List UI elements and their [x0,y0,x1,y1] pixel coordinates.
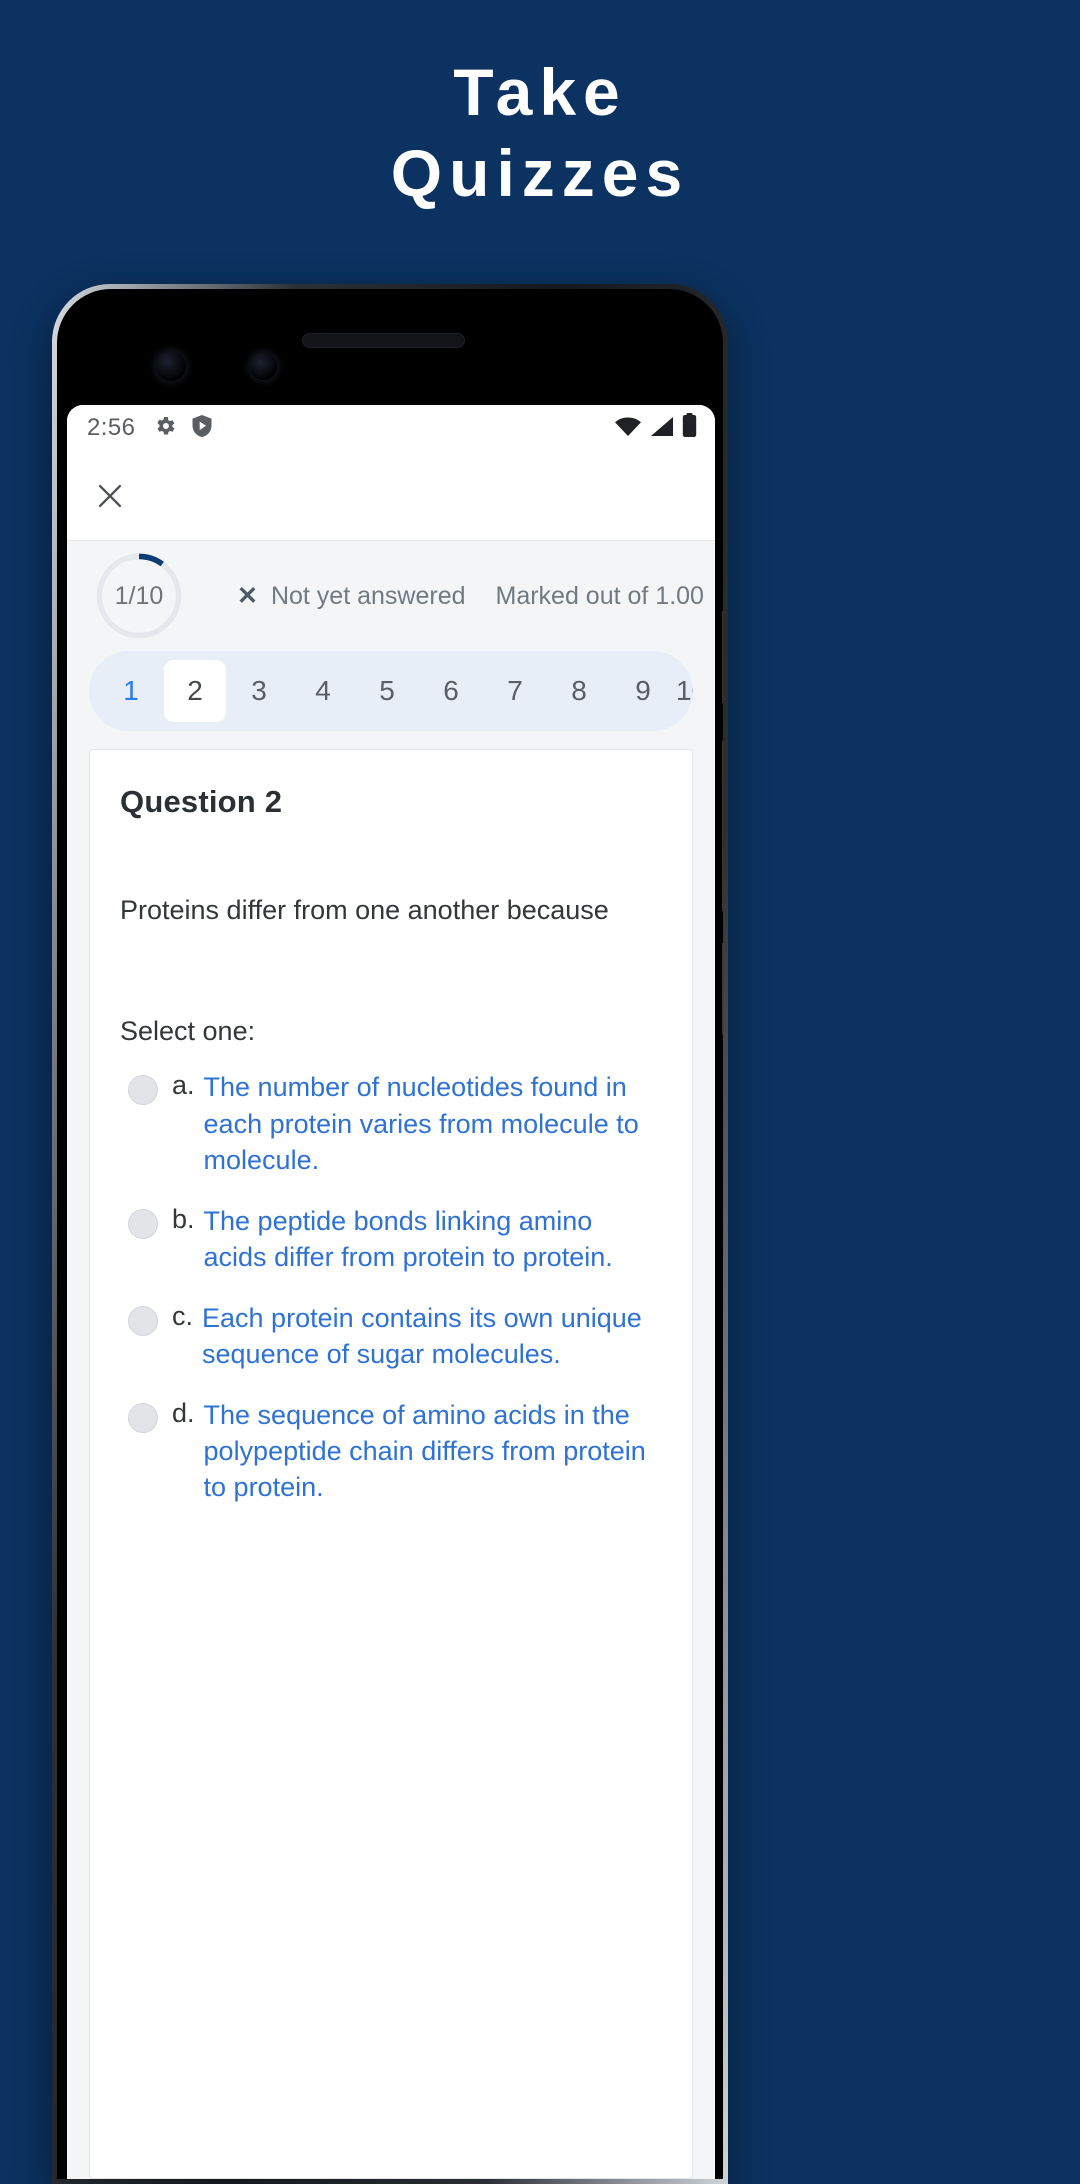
question-card: Question 2 Proteins differ from one anot… [89,749,693,2179]
radio-button-a[interactable] [128,1075,158,1106]
question-nav-item-8[interactable]: 8 [548,660,610,722]
question-nav-item-6[interactable]: 6 [420,660,482,722]
front-camera-icon [156,351,186,381]
radio-button-c[interactable] [128,1305,158,1336]
not-answered-label: Not yet answered [270,581,466,610]
answer-option-d[interactable]: d. The sequence of amino acids in the po… [120,1397,662,1506]
answer-option-a[interactable]: a. The number of nucleotides found in ea… [120,1069,662,1178]
option-letter-a: a. [172,1070,195,1101]
status-bar: 2:56 [67,405,715,451]
question-nav-wrapper: 1 2 3 4 5 6 7 8 9 10 [67,651,715,749]
question-nav-item-2[interactable]: 2 [164,660,226,722]
question-nav-item-10[interactable]: 10 [676,660,693,722]
phone-bezel: 2:56 1/10 ✕ Not yet answered Marked out … [57,289,723,2179]
question-status-bar: 1/10 ✕ Not yet answered Marked out of 1.… [67,541,715,651]
marked-out-of-label: Marked out of 1.00 [495,581,704,610]
question-nav-item-9[interactable]: 9 [612,660,674,722]
wifi-icon [614,416,642,443]
radio-button-d[interactable] [128,1402,158,1433]
shield-play-icon [191,414,213,443]
phone-mockup: 2:56 1/10 ✕ Not yet answered Marked out … [52,284,728,2184]
question-status-meta: ✕ Not yet answered Marked out of 1.00 [237,582,715,611]
cellular-signal-icon [649,416,675,443]
question-nav-item-4[interactable]: 4 [292,660,354,722]
answer-option-b[interactable]: b. The peptide bonds linking amino acids… [120,1203,662,1276]
option-text-d[interactable]: The sequence of amino acids in the polyp… [204,1397,662,1506]
hero-line-1: Take [453,55,627,129]
status-bar-system-icons [614,413,697,443]
quiz-toolbar [67,451,715,541]
status-bar-notification-icons [153,414,213,443]
question-text: Proteins differ from one another because [120,895,609,925]
quiz-progress-label: 1/10 [114,581,164,610]
answer-state: ✕ Not yet answered [237,582,466,611]
option-letter-c: c. [172,1300,194,1331]
front-sensor-icon [250,353,277,380]
option-letter-b: b. [172,1203,195,1234]
radio-button-b[interactable] [128,1208,158,1239]
gear-icon [153,414,177,443]
quiz-progress-ring: 1/10 [93,550,185,642]
question-nav-item-1[interactable]: 1 [100,660,162,722]
battery-icon [682,413,697,443]
volume-up-button[interactable] [722,611,723,703]
hero-heading: Take Quizzes [0,52,1080,213]
option-text-c[interactable]: Each protein contains its own unique seq… [202,1300,662,1373]
close-icon[interactable] [93,479,127,513]
answer-options-list: a. The number of nucleotides found in ea… [120,1069,662,1505]
question-nav-item-3[interactable]: 3 [228,660,290,722]
not-answered-icon: ✕ [237,581,258,610]
power-button[interactable] [722,943,723,1035]
question-card-wrapper: Question 2 Proteins differ from one anot… [67,749,715,2179]
option-text-a[interactable]: The number of nucleotides found in each … [204,1069,662,1178]
option-text-b[interactable]: The peptide bonds linking amino acids di… [204,1203,662,1276]
answer-option-c[interactable]: c. Each protein contains its own unique … [120,1300,662,1373]
option-letter-d: d. [172,1397,195,1428]
earpiece-speaker [302,333,465,348]
select-one-prompt: Select one: [120,1016,256,1047]
question-title: Question 2 [120,784,283,819]
hero-line-2: Quizzes [390,135,690,210]
status-bar-clock: 2:56 [87,414,136,441]
question-nav-item-7[interactable]: 7 [484,660,546,722]
question-nav-item-5[interactable]: 5 [356,660,418,722]
volume-down-button[interactable] [722,741,723,911]
phone-screen: 2:56 1/10 ✕ Not yet answered Marked out … [67,405,715,2179]
question-number-nav[interactable]: 1 2 3 4 5 6 7 8 9 10 [89,651,693,731]
